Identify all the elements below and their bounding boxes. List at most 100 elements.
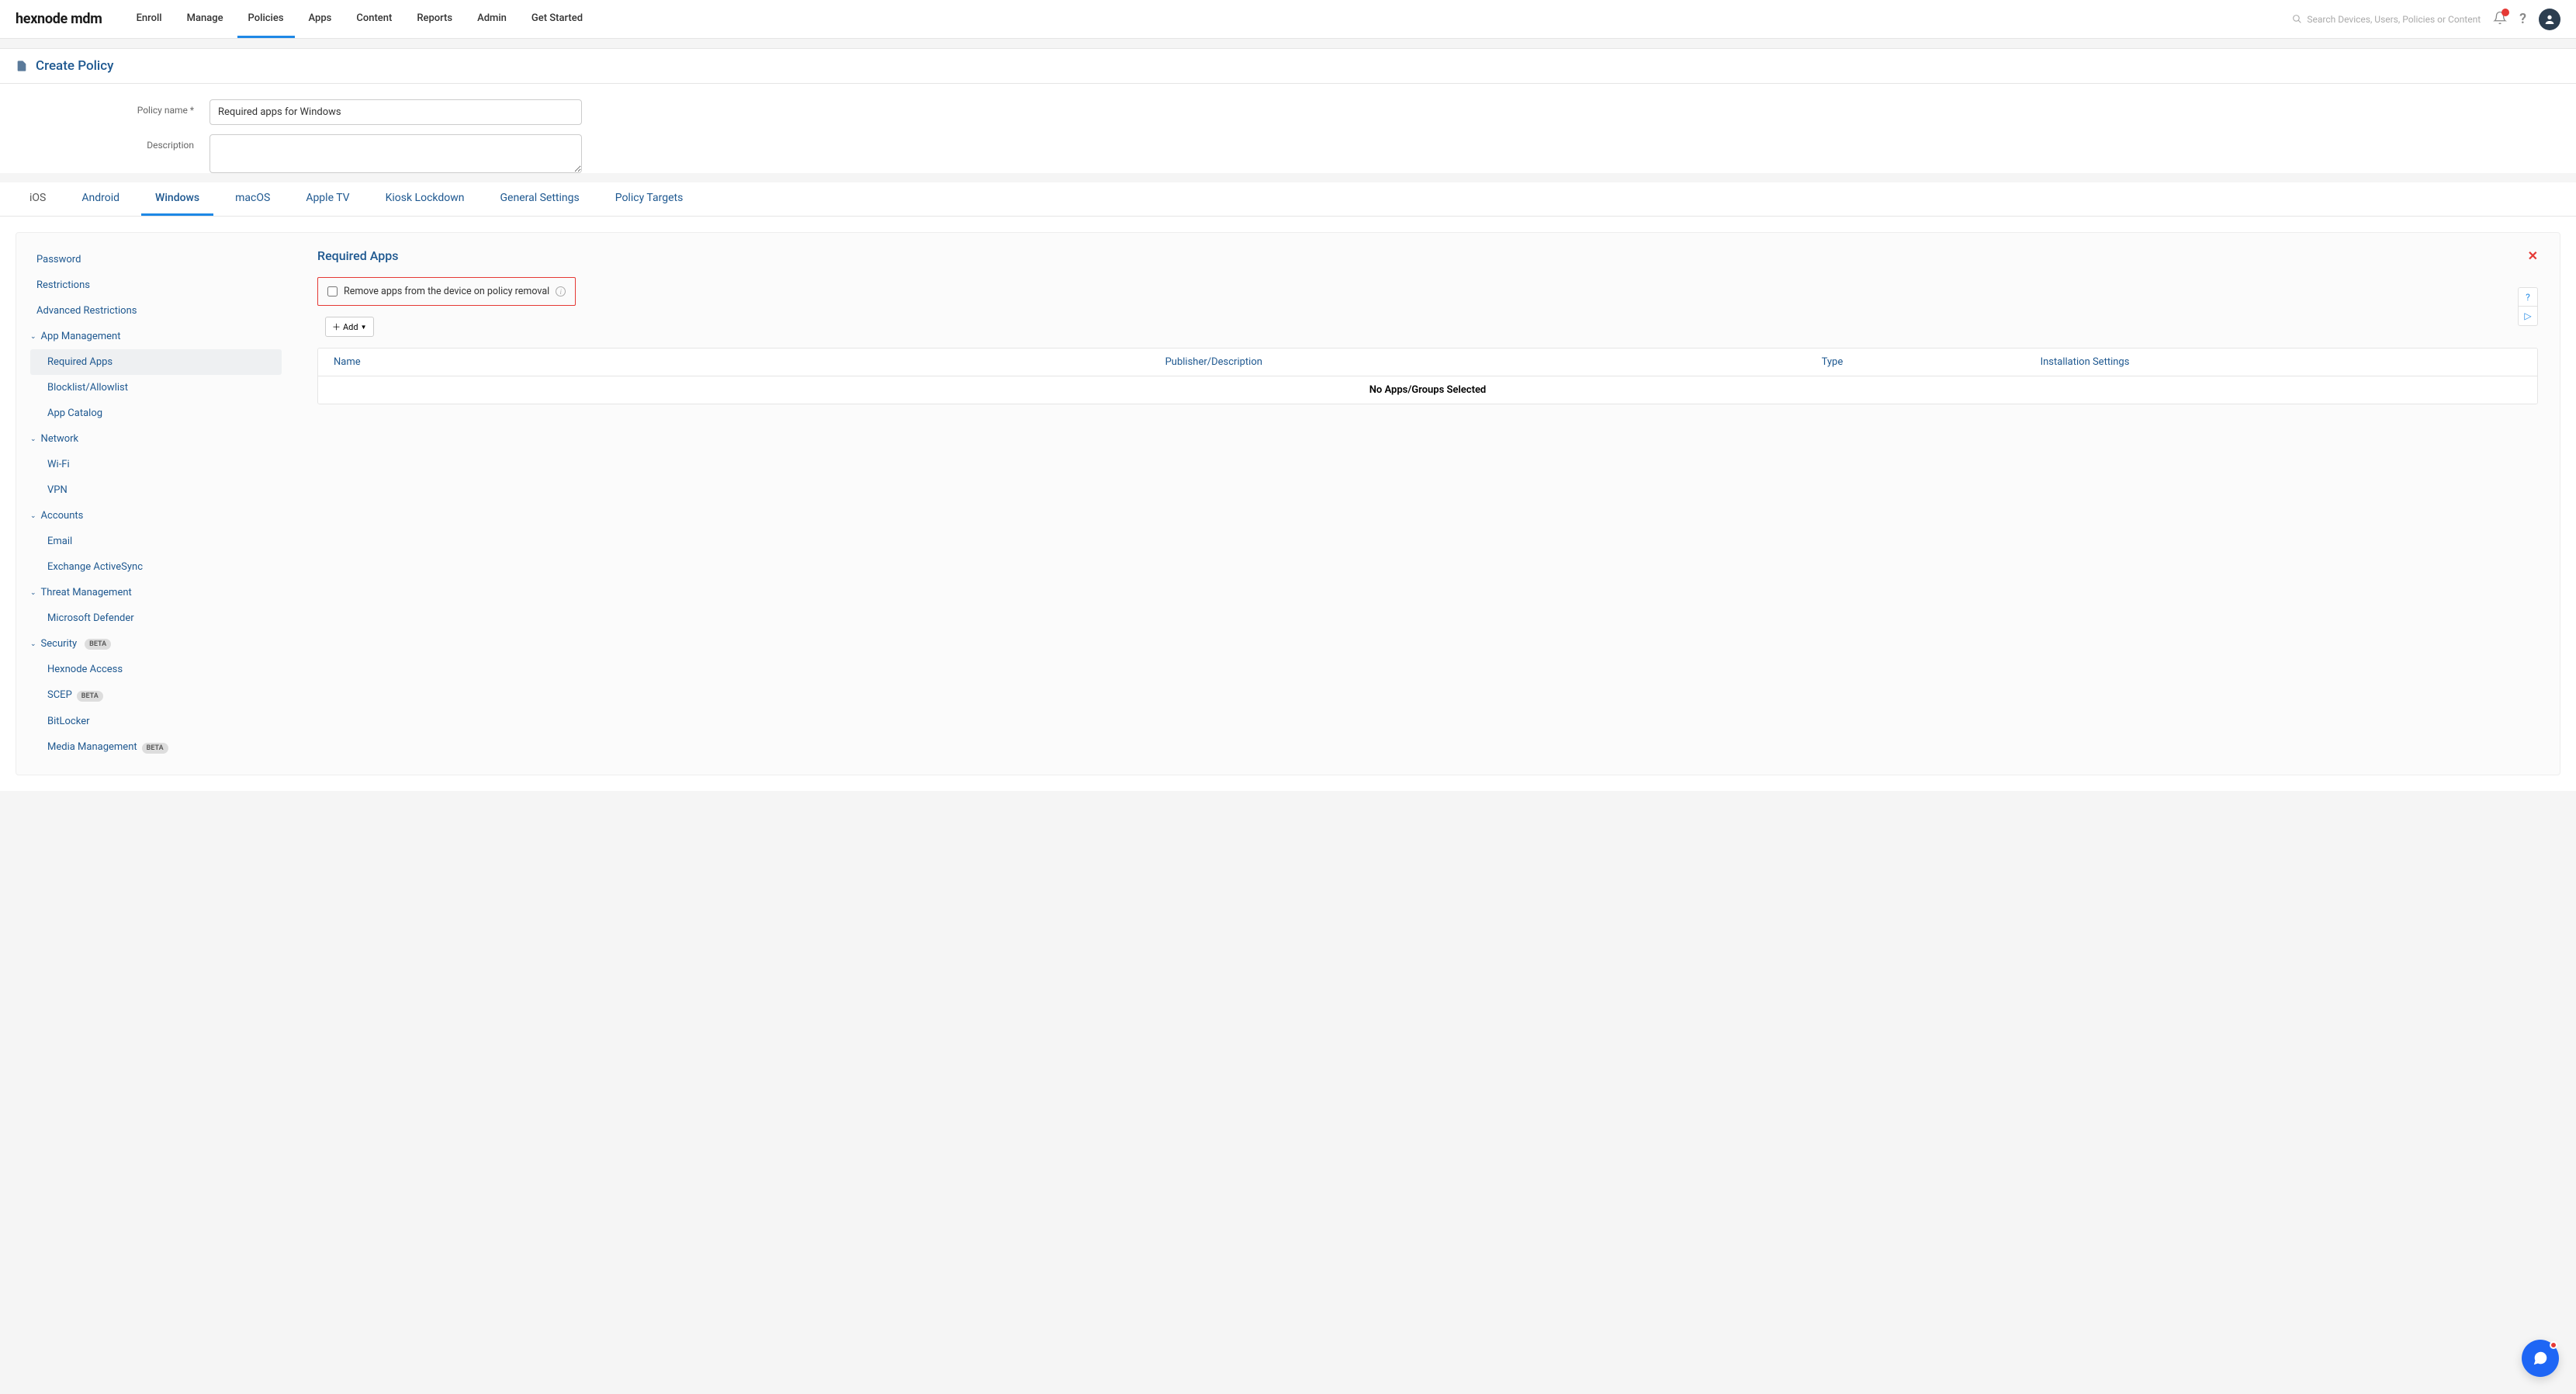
chat-button[interactable] bbox=[2522, 1340, 2559, 1377]
sidebar-sub-microsoft-defender[interactable]: Microsoft Defender bbox=[30, 605, 282, 631]
page-title: Create Policy bbox=[36, 58, 113, 74]
help-button[interactable]: ? bbox=[2519, 11, 2526, 27]
sidebar-group-network[interactable]: ⌄ Network bbox=[30, 426, 282, 452]
sidebar-item-advanced-restrictions[interactable]: Advanced Restrictions bbox=[30, 298, 282, 324]
sidebar-sub-label: Blocklist/Allowlist bbox=[47, 382, 128, 394]
sidebar-sub-label: Media Management bbox=[47, 741, 137, 753]
brand-logo: hexnode mdm bbox=[16, 11, 102, 27]
apps-table: Name Publisher/Description Type Installa… bbox=[317, 348, 2538, 404]
sidebar-group-label: Network bbox=[41, 433, 79, 445]
remove-apps-checkbox[interactable] bbox=[327, 286, 338, 296]
sidebar-sub-label: Exchange ActiveSync bbox=[47, 561, 143, 573]
topbar: hexnode mdm EnrollManagePoliciesAppsCont… bbox=[0, 0, 2576, 39]
sidebar-sub-blocklist-allowlist[interactable]: Blocklist/Allowlist bbox=[30, 375, 282, 401]
col-name: Name bbox=[334, 356, 1165, 368]
remove-apps-option[interactable]: Remove apps from the device on policy re… bbox=[317, 277, 576, 306]
policy-name-input[interactable] bbox=[209, 99, 582, 125]
topbar-right: Search Devices, Users, Policies or Conte… bbox=[2292, 9, 2560, 30]
nav-tab-apps[interactable]: Apps bbox=[298, 0, 343, 38]
description-label: Description bbox=[16, 134, 209, 151]
col-install: Installation Settings bbox=[2041, 356, 2522, 368]
sidebar-sub-label: App Catalog bbox=[47, 407, 102, 419]
plus-icon: ＋ bbox=[332, 321, 341, 333]
main-pane: Required Apps ✕ Remove apps from the dev… bbox=[296, 233, 2560, 775]
sidebar-group-accounts[interactable]: ⌄ Accounts bbox=[30, 503, 282, 529]
add-button[interactable]: ＋ Add ▼ bbox=[325, 317, 374, 337]
col-publisher: Publisher/Description bbox=[1165, 356, 1822, 368]
chevron-down-icon: ▼ bbox=[361, 324, 367, 331]
sidebar-sub-label: VPN bbox=[47, 484, 68, 496]
sidebar-group-app-management[interactable]: ⌄ App Management bbox=[30, 324, 282, 349]
platform-tab-android[interactable]: Android bbox=[68, 182, 133, 216]
platform-tabs: iOSAndroidWindowsmacOSApple TV Kiosk Lock… bbox=[0, 182, 2576, 217]
sidebar-group-label: Accounts bbox=[41, 510, 84, 522]
description-input[interactable] bbox=[209, 134, 582, 173]
policy-form: Policy name * Description bbox=[0, 84, 2576, 173]
nav-tab-admin[interactable]: Admin bbox=[466, 0, 518, 38]
sidebar-item-password[interactable]: Password bbox=[30, 247, 282, 272]
platform-tab-apple-tv[interactable]: Apple TV bbox=[292, 182, 363, 216]
beta-badge: BETA bbox=[85, 639, 111, 650]
sidebar-sub-app-catalog[interactable]: App Catalog bbox=[30, 401, 282, 426]
sidebar-group-label: Threat Management bbox=[41, 587, 132, 598]
sidebar-sub-wi-fi[interactable]: Wi-Fi bbox=[30, 452, 282, 477]
platform-tab-windows[interactable]: Windows bbox=[141, 182, 213, 216]
platform-tab-general-settings[interactable]: General Settings bbox=[486, 182, 594, 216]
sidebar-group-threat-management[interactable]: ⌄ Threat Management bbox=[30, 580, 282, 605]
sidebar-sub-required-apps[interactable]: Required Apps bbox=[30, 349, 282, 375]
info-icon[interactable]: i bbox=[556, 286, 566, 296]
global-nav: EnrollManagePoliciesAppsContentReportsAd… bbox=[126, 0, 2293, 38]
sidebar-sub-email[interactable]: Email bbox=[30, 529, 282, 554]
sidebar-sub-media-management[interactable]: Media Management BETA bbox=[30, 734, 282, 761]
sidebar-group-security[interactable]: ⌄ Security BETA bbox=[30, 631, 282, 657]
sidebar-sub-label: Hexnode Access bbox=[47, 664, 123, 675]
sidebar-sub-scep[interactable]: SCEP BETA bbox=[30, 682, 282, 709]
nav-tab-enroll[interactable]: Enroll bbox=[126, 0, 173, 38]
platform-tab-policy-targets[interactable]: Policy Targets bbox=[601, 182, 698, 216]
sidebar-group-label: App Management bbox=[41, 331, 121, 342]
sidebar-sub-label: Email bbox=[47, 536, 72, 547]
nav-tab-reports[interactable]: Reports bbox=[406, 0, 463, 38]
platform-tab-kiosk-lockdown[interactable]: Kiosk Lockdown bbox=[372, 182, 479, 216]
platform-tab-macos[interactable]: macOS bbox=[221, 182, 284, 216]
sidebar-sub-label: BitLocker bbox=[47, 716, 90, 727]
remove-apps-label: Remove apps from the device on policy re… bbox=[344, 286, 549, 297]
add-button-label: Add bbox=[343, 322, 358, 332]
sidebar-sub-bitlocker[interactable]: BitLocker bbox=[30, 709, 282, 734]
col-type: Type bbox=[1822, 356, 2041, 368]
sidebar-sub-label: SCEP bbox=[47, 689, 72, 701]
chat-icon bbox=[2532, 1350, 2549, 1367]
rail-help-button[interactable]: ? bbox=[2519, 288, 2537, 307]
document-icon bbox=[16, 60, 28, 72]
chevron-down-icon: ⌄ bbox=[30, 640, 36, 648]
global-search[interactable]: Search Devices, Users, Policies or Conte… bbox=[2292, 14, 2481, 25]
beta-badge: BETA bbox=[77, 691, 103, 702]
nav-tab-content[interactable]: Content bbox=[345, 0, 403, 38]
description-row: Description bbox=[16, 134, 2560, 173]
user-avatar[interactable] bbox=[2539, 9, 2560, 30]
beta-badge: BETA bbox=[142, 743, 168, 754]
sidebar-sub-hexnode-access[interactable]: Hexnode Access bbox=[30, 657, 282, 682]
pane-title: Required Apps bbox=[317, 248, 2538, 263]
nav-tab-get-started[interactable]: Get Started bbox=[521, 0, 594, 38]
platform-tab-ios[interactable]: iOS bbox=[16, 182, 60, 216]
chevron-down-icon: ⌄ bbox=[30, 333, 36, 341]
sidebar-item-restrictions[interactable]: Restrictions bbox=[30, 272, 282, 298]
search-placeholder: Search Devices, Users, Policies or Conte… bbox=[2307, 14, 2481, 25]
nav-tab-policies[interactable]: Policies bbox=[237, 0, 295, 38]
close-pane-button[interactable]: ✕ bbox=[2528, 248, 2538, 263]
chat-notification-dot bbox=[2550, 1341, 2557, 1349]
chevron-down-icon: ⌄ bbox=[30, 512, 36, 520]
rail-run-button[interactable]: ▷ bbox=[2519, 307, 2537, 325]
sidebar-group-label: Security bbox=[41, 638, 78, 650]
chevron-down-icon: ⌄ bbox=[30, 435, 36, 443]
nav-tab-manage[interactable]: Manage bbox=[176, 0, 234, 38]
sidebar-sub-vpn[interactable]: VPN bbox=[30, 477, 282, 503]
chevron-down-icon: ⌄ bbox=[30, 589, 36, 597]
content-wrap: PasswordRestrictionsAdvanced Restriction… bbox=[0, 217, 2576, 791]
sidebar-sub-exchange-activesync[interactable]: Exchange ActiveSync bbox=[30, 554, 282, 580]
table-header: Name Publisher/Description Type Installa… bbox=[318, 348, 2537, 376]
notification-badge bbox=[2502, 9, 2509, 16]
notifications-button[interactable] bbox=[2493, 11, 2507, 28]
side-rail: ? ▷ bbox=[2518, 287, 2538, 326]
